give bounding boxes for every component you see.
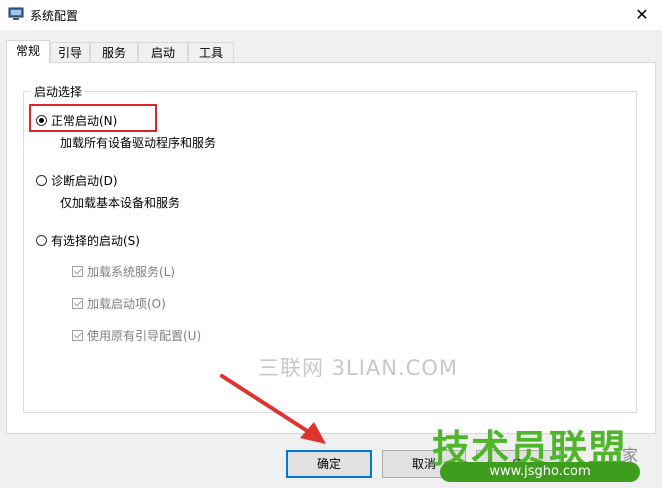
tab-startup[interactable]: 启动 bbox=[138, 42, 188, 62]
normal-startup-desc: 加载所有设备驱动程序和服务 bbox=[60, 136, 217, 150]
close-button[interactable]: ✕ bbox=[622, 0, 662, 30]
radio-diagnostic-startup[interactable]: 诊断启动(D) bbox=[36, 172, 118, 189]
checkbox-label: 加载系统服务(L) bbox=[87, 265, 176, 279]
checkbox-load-startup-items[interactable]: 加载启动项(O) bbox=[72, 295, 166, 312]
highlight-box bbox=[29, 104, 157, 132]
jsgho-url: www.jsgho.com bbox=[440, 462, 640, 482]
window-title: 系统配置 bbox=[30, 9, 79, 23]
group-title: 启动选择 bbox=[31, 83, 86, 100]
red-arrow-icon bbox=[220, 374, 326, 444]
tab-services[interactable]: 服务 bbox=[90, 42, 138, 62]
diagnostic-startup-desc: 仅加载基本设备和服务 bbox=[60, 196, 181, 210]
checkbox-label: 使用原有引导配置(U) bbox=[87, 329, 202, 343]
radio-unchecked-icon bbox=[36, 175, 47, 186]
radio-selective-startup[interactable]: 有选择的启动(S) bbox=[36, 232, 140, 249]
checkbox-use-original-boot[interactable]: 使用原有引导配置(U) bbox=[72, 327, 201, 344]
jsgho-suffix: 家 bbox=[622, 446, 639, 465]
checkbox-checked-icon bbox=[72, 298, 83, 309]
checkbox-checked-icon bbox=[72, 330, 83, 341]
tab-tools[interactable]: 工具 bbox=[188, 42, 234, 62]
title-bar: 系统配置 ✕ bbox=[0, 0, 662, 30]
radio-unchecked-icon bbox=[36, 235, 47, 246]
ok-button[interactable]: 确定 bbox=[286, 450, 372, 478]
checkbox-load-system-services[interactable]: 加载系统服务(L) bbox=[72, 263, 175, 280]
radio-diagnostic-label: 诊断启动(D) bbox=[51, 174, 118, 188]
tab-boot[interactable]: 引导 bbox=[50, 42, 90, 62]
checkbox-checked-icon bbox=[72, 266, 83, 277]
jsgho-watermark: 技术员联盟 www.jsgho.com 家 bbox=[432, 418, 662, 488]
checkbox-label: 加载启动项(O) bbox=[87, 297, 166, 311]
radio-selective-label: 有选择的启动(S) bbox=[51, 234, 140, 248]
system-config-icon bbox=[8, 7, 24, 20]
tab-general[interactable]: 常规 bbox=[6, 40, 50, 63]
